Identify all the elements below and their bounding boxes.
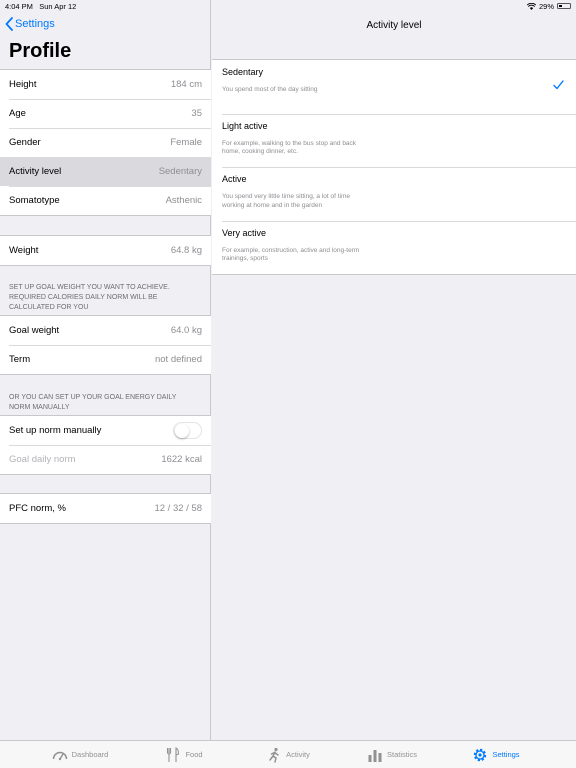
goal-weight-label: Goal weight bbox=[9, 325, 60, 336]
battery-percent: 29% bbox=[538, 1, 554, 11]
activity-level-label: Activity level bbox=[9, 166, 62, 177]
term-value: not defined bbox=[154, 354, 202, 365]
somatotype-value: Asthenic bbox=[165, 195, 202, 206]
goal-weight-value: 64.0 kg bbox=[170, 325, 202, 336]
status-bar: 4:04 PM Sun Apr 12 29% bbox=[0, 0, 576, 12]
option-description: You spend very little time sitting, a lo… bbox=[222, 193, 351, 209]
age-value: 35 bbox=[191, 108, 202, 119]
tab-dashboard[interactable]: Dashboard bbox=[28, 741, 132, 768]
tab-label: Statistics bbox=[386, 750, 417, 759]
goal-weight-footer: SET UP GOAL WEIGHT YOU WANT TO ACHIEVE. … bbox=[9, 284, 170, 311]
option-description: For example, walking to the bus stop and… bbox=[222, 139, 357, 156]
runner-icon bbox=[269, 747, 279, 763]
chevron-left-icon bbox=[5, 17, 13, 31]
gender-value: Female bbox=[170, 137, 202, 148]
weight-label: Weight bbox=[9, 245, 39, 256]
term-label: Term bbox=[9, 354, 31, 365]
profile-pane: Settings Profile Height 184 cm Age 35 Ge… bbox=[0, 0, 211, 740]
status-date: Sun Apr 12 bbox=[39, 1, 77, 11]
goal-weight-row[interactable]: Goal weight 64.0 kg bbox=[0, 316, 211, 345]
somatotype-label: Somatotype bbox=[9, 195, 60, 206]
tab-statistics[interactable]: Statistics bbox=[340, 741, 444, 768]
option-description: You spend most of the day sitting bbox=[222, 86, 318, 93]
tab-label: Settings bbox=[492, 750, 520, 759]
option-description: For example, construction, active and lo… bbox=[222, 246, 360, 263]
weight-value: 64.8 kg bbox=[170, 245, 202, 256]
checkmark-icon bbox=[553, 80, 564, 90]
pfc-norm-value: 12 / 32 / 58 bbox=[154, 503, 202, 514]
goal-daily-norm-value: 1622 kcal bbox=[161, 454, 202, 465]
weight-row[interactable]: Weight 64.8 kg bbox=[0, 236, 211, 265]
height-label: Height bbox=[9, 79, 37, 90]
fork-knife-icon bbox=[167, 746, 180, 762]
status-left: 4:04 PM Sun Apr 12 bbox=[5, 2, 76, 11]
manual-norm-toggle[interactable] bbox=[173, 422, 202, 439]
weight-section: Weight 64.8 kg bbox=[0, 235, 211, 266]
battery-icon bbox=[557, 3, 571, 9]
somatotype-row[interactable]: Somatotype Asthenic bbox=[0, 186, 211, 215]
goal-section: Goal weight 64.0 kg Term not defined bbox=[0, 315, 211, 375]
activity-level-value: Sedentary bbox=[158, 166, 202, 177]
pfc-norm-label: PFC norm, % bbox=[9, 503, 67, 514]
tab-settings[interactable]: Settings bbox=[444, 741, 548, 768]
tab-label: Activity bbox=[286, 750, 310, 759]
option-active[interactable]: Active You spend very little time sittin… bbox=[212, 167, 576, 221]
tab-food[interactable]: Food bbox=[132, 741, 236, 768]
body-section: Height 184 cm Age 35 Gender Female Activ… bbox=[0, 69, 211, 216]
gauge-icon bbox=[52, 751, 67, 760]
gender-row[interactable]: Gender Female bbox=[0, 128, 211, 157]
age-label: Age bbox=[9, 108, 26, 119]
goal-daily-norm-label: Goal daily norm bbox=[9, 454, 76, 465]
option-title: Light active bbox=[222, 120, 268, 131]
option-title: Sedentary bbox=[222, 67, 264, 77]
manual-norm-row: Set up norm manually bbox=[0, 416, 211, 445]
option-title: Active bbox=[222, 174, 247, 184]
back-button-label: Settings bbox=[15, 18, 55, 30]
tab-label: Dashboard bbox=[71, 750, 109, 759]
status-right: 29% bbox=[526, 1, 571, 11]
tab-label: Food bbox=[185, 750, 203, 759]
gender-label: Gender bbox=[9, 137, 41, 148]
wifi-icon bbox=[526, 2, 536, 10]
tab-bar: Dashboard Food Activity Statistics Setti… bbox=[0, 740, 576, 768]
detail-title: Activity level bbox=[366, 20, 422, 31]
option-title: Very active bbox=[222, 227, 267, 238]
pfc-norm-row[interactable]: PFC norm, % 12 / 32 / 58 bbox=[0, 494, 211, 523]
height-value: 184 cm bbox=[170, 79, 202, 90]
status-time: 4:04 PM bbox=[5, 1, 33, 11]
tab-activity[interactable]: Activity bbox=[236, 741, 340, 768]
age-row[interactable]: Age 35 bbox=[0, 99, 211, 128]
activity-options-list: Sedentary You spend most of the day sitt… bbox=[212, 59, 576, 275]
back-button[interactable]: Settings bbox=[5, 17, 55, 31]
activity-level-pane: Activity level Sedentary You spend most … bbox=[212, 0, 576, 740]
manual-norm-label: Set up norm manually bbox=[9, 425, 102, 436]
page-title: Profile bbox=[9, 40, 72, 62]
activity-level-row[interactable]: Activity level Sedentary bbox=[0, 157, 211, 186]
norm-section: Set up norm manually Goal daily norm 162… bbox=[0, 415, 211, 475]
height-row[interactable]: Height 184 cm bbox=[0, 70, 211, 99]
term-row[interactable]: Term not defined bbox=[0, 345, 211, 374]
pfc-section: PFC norm, % 12 / 32 / 58 bbox=[0, 493, 211, 524]
gear-icon bbox=[474, 748, 487, 761]
bar-chart-icon bbox=[368, 749, 382, 762]
option-sedentary[interactable]: Sedentary You spend most of the day sitt… bbox=[212, 60, 576, 114]
option-very-active[interactable]: Very active For example, construction, a… bbox=[212, 220, 576, 275]
option-light-active[interactable]: Light active For example, walking to the… bbox=[212, 113, 576, 168]
manual-norm-footer: OR YOU CAN SET UP YOUR GOAL ENERGY DAILY… bbox=[9, 394, 177, 411]
goal-daily-norm-row: Goal daily norm 1622 kcal bbox=[0, 445, 211, 474]
